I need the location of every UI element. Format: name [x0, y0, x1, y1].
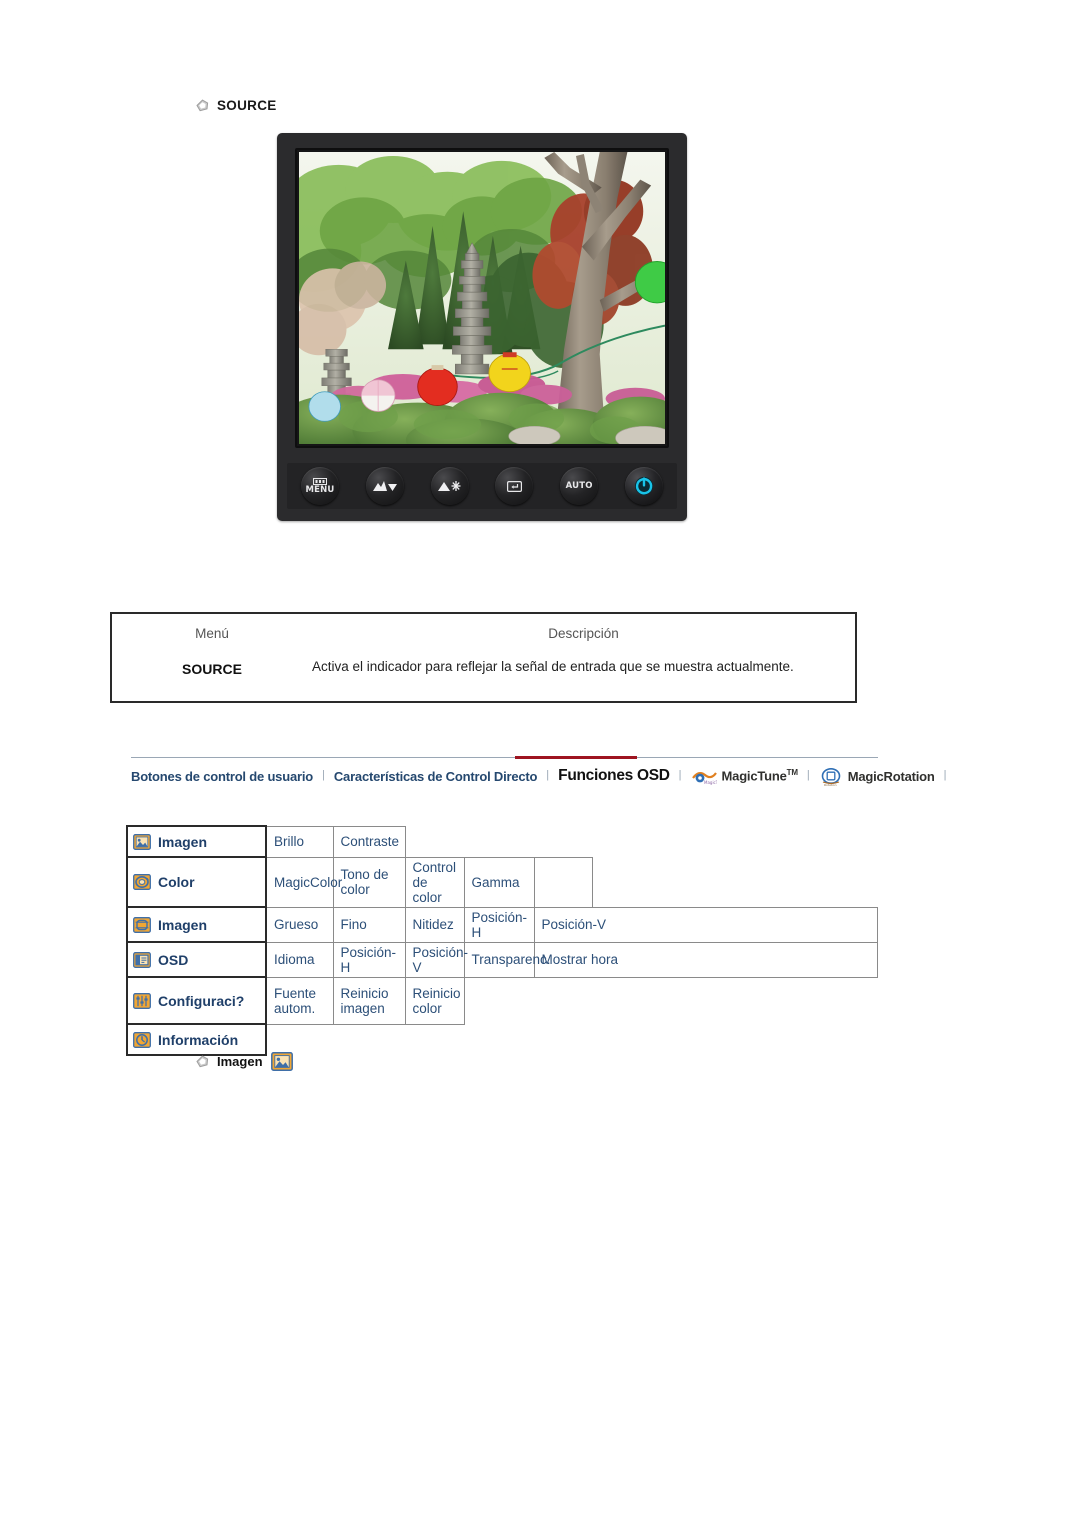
power-button[interactable] — [624, 467, 663, 505]
osd-item[interactable]: Fuente autom. — [265, 976, 334, 1025]
trademark-superscript: TM — [786, 768, 798, 778]
picture-icon — [133, 833, 151, 850]
osd-item[interactable]: Contraste — [332, 825, 406, 858]
osd-functions-table: Imagen Brillo Contraste Color MagicColor… — [126, 825, 878, 1056]
nav-link-caracteristicas-de-control-directo[interactable]: Características de Control Directo — [334, 769, 538, 784]
enter-rectangle-icon — [506, 480, 522, 492]
osd-item[interactable]: Reinicio imagen — [332, 976, 406, 1025]
menu-bars-icon — [313, 477, 327, 485]
osd-item[interactable]: Posición-V — [404, 941, 468, 978]
source-heading-label: SOURCE — [217, 98, 277, 113]
osd-category-label: Color — [158, 874, 195, 890]
nav-link-botones-de-control-de-usuario[interactable]: Botones de control de usuario — [131, 769, 313, 784]
monitor-illustration: MENU AUTO — [277, 133, 687, 521]
table-row: SOURCE Activa el indicador para reflejar… — [112, 652, 855, 684]
osd-category-label: Imagen — [158, 833, 208, 850]
monitor-control-button-strip: MENU AUTO — [287, 463, 677, 509]
menu-button[interactable]: MENU — [301, 467, 339, 505]
description-table-header-row: Menú Descripción — [112, 614, 855, 652]
manual-page: SOURCE MENU AUTO Menú Descripción SOURCE… — [0, 0, 1080, 1528]
osd-item[interactable]: Brillo — [265, 825, 334, 858]
osd-item[interactable]: MagicColor — [265, 856, 342, 908]
table-row: Color MagicColor Tono de color Control d… — [126, 856, 877, 908]
table-row: Configuraci? Fuente autom. Reinicio imag… — [126, 976, 877, 1025]
osd-item[interactable]: Posición-V — [533, 906, 878, 943]
osd-window-icon — [133, 951, 151, 968]
enter-button[interactable] — [495, 467, 534, 505]
nav-separator: | — [806, 769, 810, 781]
osd-category-label: Configuraci? — [158, 992, 245, 1009]
table-row: Imagen Brillo Contraste — [126, 825, 877, 858]
osd-category-label: Información — [158, 1031, 239, 1048]
osd-item[interactable]: Fino — [332, 906, 406, 943]
osd-item[interactable]: Posición-H — [463, 906, 535, 943]
pentagon-bullet-icon — [196, 99, 209, 112]
active-tab-underline — [515, 756, 637, 759]
table-row: Información — [126, 1023, 877, 1056]
magicrotation-logo-icon: Rotation — [819, 768, 843, 786]
osd-item[interactable]: Gamma — [463, 856, 535, 908]
osd-category-color[interactable]: Color — [126, 856, 267, 908]
osd-empty-cell — [405, 826, 877, 857]
osd-category-label: Imagen — [158, 916, 208, 933]
image-geometry-icon — [133, 916, 151, 933]
nav-separator: | — [322, 769, 325, 781]
osd-empty-cell — [464, 977, 877, 1024]
osd-item[interactable]: Control de color — [404, 856, 465, 908]
svg-text:Rotation: Rotation — [824, 783, 837, 786]
up-brightness-button[interactable] — [430, 467, 469, 505]
menu-button-label: MENU — [305, 484, 335, 495]
osd-empty-cell — [592, 857, 877, 907]
osd-item[interactable]: Grueso — [265, 906, 334, 943]
header-menu: Menú — [195, 625, 229, 641]
imagen-caption-label: Imagen — [217, 1054, 263, 1069]
row-description-source: Activa el indicador para reflejar la señ… — [312, 659, 794, 674]
monitor-screen-frame — [295, 148, 669, 448]
osd-item[interactable]: Mostrar hora — [533, 941, 878, 978]
section-navbar: Botones de control de usuario | Caracter… — [131, 756, 947, 789]
nav-link-magictune-label: MagicTune — [721, 768, 787, 784]
nav-link-magictune[interactable]: MagicTuneTM — [722, 768, 798, 783]
osd-item[interactable]: Transparenc. — [463, 941, 551, 978]
svg-text:MagicTune: MagicTune — [704, 780, 717, 785]
imagen-section-caption: Imagen — [196, 1052, 293, 1071]
osd-category-configuracion[interactable]: Configuraci? — [126, 976, 267, 1025]
osd-category-imagen-geometry[interactable]: Imagen — [126, 906, 267, 943]
magictune-logo-icon: MagicTune — [691, 769, 717, 785]
table-row: OSD Idioma Posición-H Posición-V Transpa… — [126, 941, 878, 978]
auto-button-label: AUTO — [565, 480, 593, 491]
source-description-table: Menú Descripción SOURCE Activa el indica… — [110, 612, 857, 703]
nav-separator: | — [546, 769, 550, 781]
osd-item[interactable]: Reinicio color — [404, 976, 465, 1025]
osd-category-label: OSD — [158, 951, 189, 968]
osd-category-imagen-brightness[interactable]: Imagen — [126, 825, 267, 858]
row-menu-source: SOURCE — [182, 661, 242, 677]
osd-category-osd[interactable]: OSD — [126, 941, 267, 978]
header-description: Descripción — [548, 625, 619, 641]
settings-sliders-icon — [133, 992, 151, 1009]
brightness-down-arrow-icon — [372, 480, 398, 493]
osd-item[interactable]: Tono de color — [332, 856, 406, 908]
source-section-heading: SOURCE — [196, 98, 277, 113]
osd-empty-cell — [266, 1024, 877, 1055]
osd-item[interactable]: Nitidez — [404, 906, 465, 943]
down-brightness-button[interactable] — [365, 467, 404, 505]
table-row: Imagen Grueso Fino Nitidez Posición-H Po… — [126, 906, 878, 943]
auto-button[interactable]: AUTO — [560, 467, 599, 505]
osd-empty-cell — [533, 856, 593, 908]
osd-category-informacion[interactable]: Información — [126, 1023, 267, 1056]
osd-item[interactable]: Posición-H — [332, 941, 406, 978]
osd-item[interactable]: Idioma — [265, 941, 334, 978]
nav-link-magicrotation[interactable]: MagicRotation — [848, 769, 935, 784]
nav-separator: | — [943, 769, 947, 781]
monitor-screen-photo — [299, 152, 665, 444]
power-symbol-icon — [634, 476, 654, 496]
nav-link-funciones-osd[interactable]: Funciones OSD — [558, 767, 670, 785]
nav-separator: | — [678, 769, 682, 781]
color-palette-icon — [133, 874, 151, 890]
brightness-up-arrow-icon — [437, 479, 463, 493]
information-icon — [133, 1031, 151, 1048]
pentagon-bullet-icon — [196, 1055, 209, 1068]
picture-icon — [270, 1052, 293, 1071]
